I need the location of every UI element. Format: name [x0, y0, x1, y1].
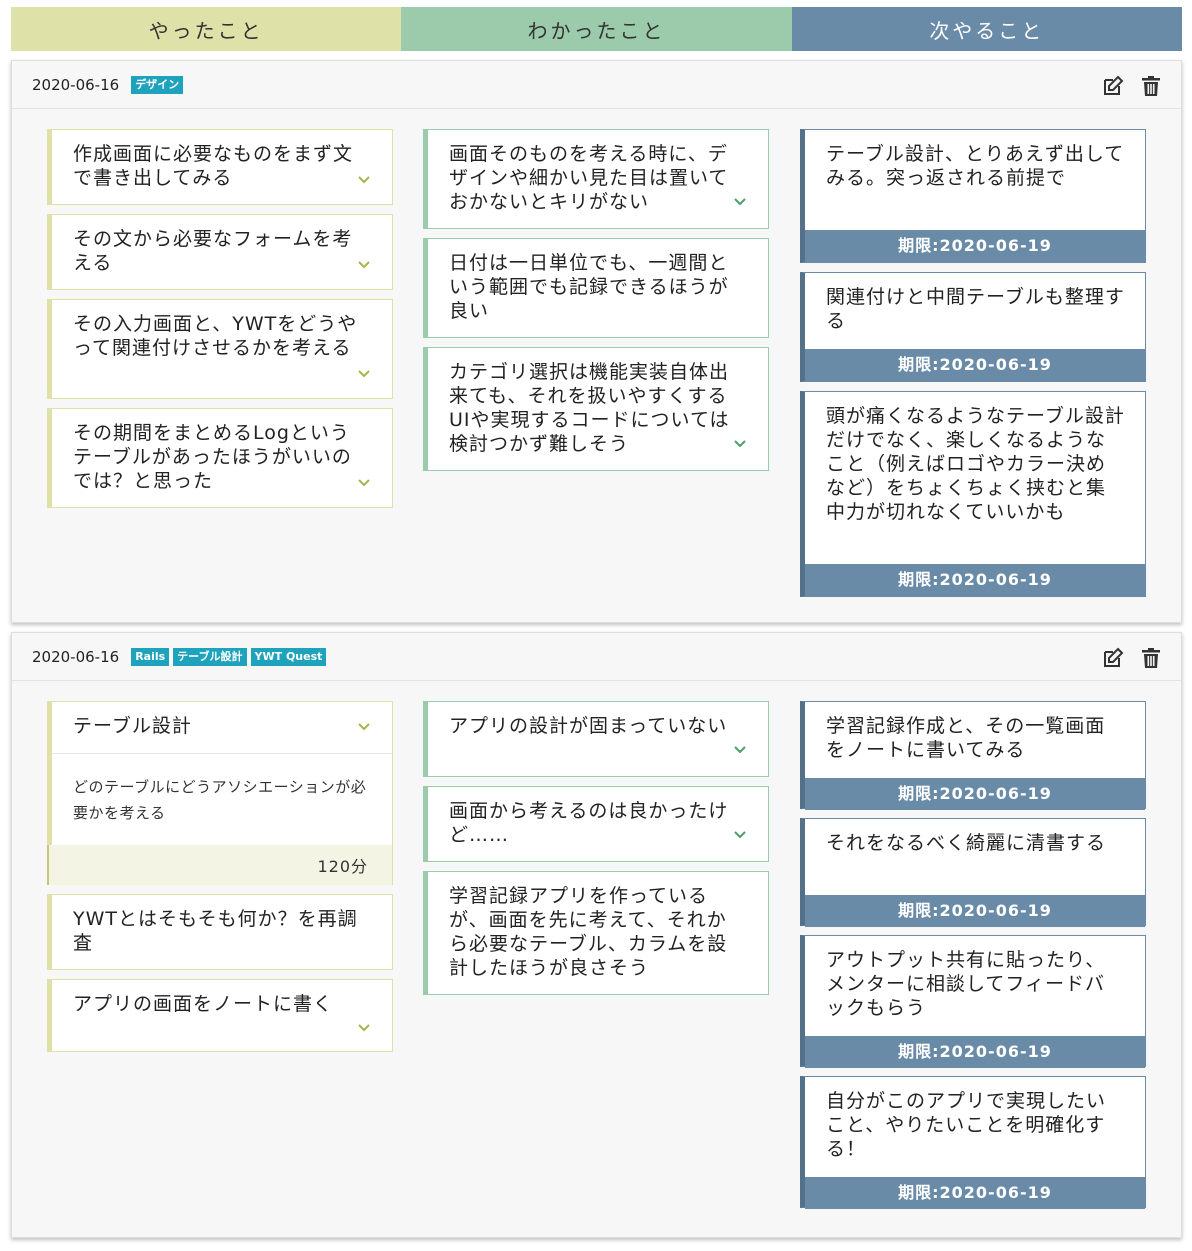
tsugi-item[interactable]: 関連付けと中間テーブルも整理する 期限:2020-06-19	[800, 272, 1146, 382]
item-text: その入力画面と、YWTをどうやって関連付けさせるかを考える	[73, 313, 358, 359]
wakatta-column: アプリの設計が固まっていない 画面から考えるのは良かったけど…… 学習記録アプリ…	[423, 701, 769, 1004]
chevron-down-icon[interactable]	[356, 719, 372, 735]
yatta-item-expanded[interactable]: テーブル設計 どのテーブルにどうアソシエーションが必要かを考える 120分	[47, 701, 393, 885]
tag-badge[interactable]: デザイン	[131, 75, 184, 94]
item-text: 学習記録作成と、その一覧画面をノートに書いてみる	[826, 715, 1106, 761]
card-date: 2020-06-16	[32, 75, 120, 94]
header-yatta: やったこと	[11, 7, 402, 51]
wakatta-item[interactable]: 画面から考えるのは良かったけど……	[423, 786, 769, 862]
tsugi-item[interactable]: 学習記録作成と、その一覧画面をノートに書いてみる 期限:2020-06-19	[800, 701, 1146, 810]
ywt-card: 2020-06-16 Rails テーブル設計 YWT Quest テーブル設計…	[11, 632, 1182, 1238]
item-text: アプリの画面をノートに書く	[73, 993, 334, 1015]
chevron-down-icon[interactable]	[356, 366, 372, 382]
item-text: テーブル設計	[73, 715, 192, 737]
item-text: カテゴリ選択は機能実装自体出来ても、それを扱いやすくするUIや実現するコードにつ…	[449, 361, 730, 455]
card-date: 2020-06-16	[32, 647, 120, 666]
chevron-down-icon[interactable]	[356, 257, 372, 273]
tsugi-item[interactable]: 自分がこのアプリで実現したいこと、やりたいことを明確化する！ 期限:2020-0…	[800, 1076, 1146, 1209]
header-tsugi: 次やること	[791, 7, 1182, 51]
item-text: その期間をまとめるLogというテーブルがあったほうがいいのでは？と思った	[73, 422, 352, 492]
item-text: 学習記録アプリを作っているが、画面を先に考えて、それから必要なテーブル、カラムを…	[449, 885, 728, 979]
yatta-item[interactable]: その文から必要なフォームを考える	[47, 214, 393, 290]
wakatta-item[interactable]: アプリの設計が固まっていない	[423, 701, 769, 777]
yatta-item[interactable]: 作成画面に必要なものをまず文で書き出してみる	[47, 129, 393, 205]
wakatta-item[interactable]: 日付は一日単位でも、一週間という範囲でも記録できるほうが良い	[423, 238, 769, 338]
item-text: アウトプット共有に貼ったり、メンターに相談してフィードバックもらう	[826, 949, 1106, 1019]
card-actions	[1101, 646, 1163, 670]
item-text: 日付は一日単位でも、一週間という範囲でも記録できるほうが良い	[449, 252, 729, 322]
item-text: それをなるべく綺麗に清書する	[826, 832, 1107, 854]
column-header-bar: やったこと わかったこと 次やること	[11, 7, 1182, 51]
tsugi-item[interactable]: 頭が痛くなるようなテーブル設計だけでなく、楽しくなるようなこと（例えばロゴやカラ…	[800, 391, 1146, 597]
tsugi-item[interactable]: アウトプット共有に貼ったり、メンターに相談してフィードバックもらう 期限:202…	[800, 935, 1146, 1068]
deadline-label: 期限:2020-06-19	[805, 1036, 1145, 1068]
chevron-down-icon[interactable]	[732, 742, 748, 758]
deadline-label: 期限:2020-06-19	[805, 778, 1145, 810]
deadline-label: 期限:2020-06-19	[805, 895, 1145, 927]
item-text: 画面そのものを考える時に、デザインや細かい見た目は置いておかないとキリがない	[449, 143, 729, 213]
trash-icon[interactable]	[1139, 646, 1163, 670]
chevron-down-icon[interactable]	[356, 1020, 372, 1036]
edit-icon[interactable]	[1101, 74, 1125, 98]
tag-badge[interactable]: YWT Quest	[250, 647, 327, 666]
chevron-down-icon[interactable]	[356, 172, 372, 188]
tag-badge[interactable]: テーブル設計	[173, 647, 247, 666]
yatta-item[interactable]: アプリの画面をノートに書く	[47, 979, 393, 1052]
card-actions	[1101, 74, 1163, 98]
item-text: その文から必要なフォームを考える	[73, 228, 353, 274]
yatta-column: テーブル設計 どのテーブルにどうアソシエーションが必要かを考える 120分 YW…	[47, 701, 393, 1061]
item-text: YWTとはそもそも何か？を再調査	[73, 908, 358, 954]
time-spent: 120分	[47, 845, 392, 885]
chevron-down-icon[interactable]	[356, 475, 372, 491]
edit-icon[interactable]	[1101, 646, 1125, 670]
tsugi-item[interactable]: それをなるべく綺麗に清書する 期限:2020-06-19	[800, 818, 1146, 927]
item-text: 関連付けと中間テーブルも整理する	[826, 286, 1125, 332]
chevron-down-icon[interactable]	[732, 827, 748, 843]
yatta-column: 作成画面に必要なものをまず文で書き出してみる その文から必要なフォームを考える …	[47, 129, 393, 517]
item-text: アプリの設計が固まっていない	[449, 715, 728, 737]
item-text: 頭が痛くなるようなテーブル設計だけでなく、楽しくなるようなこと（例えばロゴやカラ…	[826, 405, 1125, 523]
ywt-card: 2020-06-16 デザイン 作成画面に必要なものをまず文で書き出してみる そ…	[11, 60, 1182, 623]
wakatta-item[interactable]: 画面そのものを考える時に、デザインや細かい見た目は置いておかないとキリがない	[423, 129, 769, 229]
yatta-item[interactable]: その期間をまとめるLogというテーブルがあったほうがいいのでは？と思った	[47, 408, 393, 508]
wakatta-column: 画面そのものを考える時に、デザインや細かい見た目は置いておかないとキリがない 日…	[423, 129, 769, 480]
wakatta-item[interactable]: 学習記録アプリを作っているが、画面を先に考えて、それから必要なテーブル、カラムを…	[423, 871, 769, 995]
deadline-label: 期限:2020-06-19	[805, 349, 1145, 381]
item-text: 自分がこのアプリで実現したいこと、やりたいことを明確化する！	[826, 1090, 1107, 1160]
tsugi-column: テーブル設計、とりあえず出してみる。突っ返される前提で 期限:2020-06-1…	[800, 129, 1146, 606]
tag-badge[interactable]: Rails	[131, 647, 170, 666]
header-wakatta: わかったこと	[401, 7, 792, 51]
deadline-label: 期限:2020-06-19	[805, 1177, 1145, 1209]
chevron-down-icon[interactable]	[732, 194, 748, 210]
item-description: どのテーブルにどうアソシエーションが必要かを考える	[52, 753, 392, 845]
yatta-item[interactable]: その入力画面と、YWTをどうやって関連付けさせるかを考える	[47, 299, 393, 399]
trash-icon[interactable]	[1139, 74, 1163, 98]
item-text: テーブル設計、とりあえず出してみる。突っ返される前提で	[826, 143, 1125, 189]
deadline-label: 期限:2020-06-19	[805, 564, 1145, 596]
card-header: 2020-06-16 デザイン	[12, 61, 1181, 109]
chevron-down-icon[interactable]	[732, 436, 748, 452]
wakatta-item[interactable]: カテゴリ選択は機能実装自体出来ても、それを扱いやすくするUIや実現するコードにつ…	[423, 347, 769, 471]
tsugi-item[interactable]: テーブル設計、とりあえず出してみる。突っ返される前提で 期限:2020-06-1…	[800, 129, 1146, 263]
item-text: 作成画面に必要なものをまず文で書き出してみる	[73, 143, 354, 189]
tsugi-column: 学習記録作成と、その一覧画面をノートに書いてみる 期限:2020-06-19 そ…	[800, 701, 1146, 1217]
card-header: 2020-06-16 Rails テーブル設計 YWT Quest	[12, 633, 1181, 681]
item-text: 画面から考えるのは良かったけど……	[449, 800, 729, 846]
yatta-item[interactable]: YWTとはそもそも何か？を再調査	[47, 894, 393, 970]
deadline-label: 期限:2020-06-19	[805, 230, 1145, 262]
